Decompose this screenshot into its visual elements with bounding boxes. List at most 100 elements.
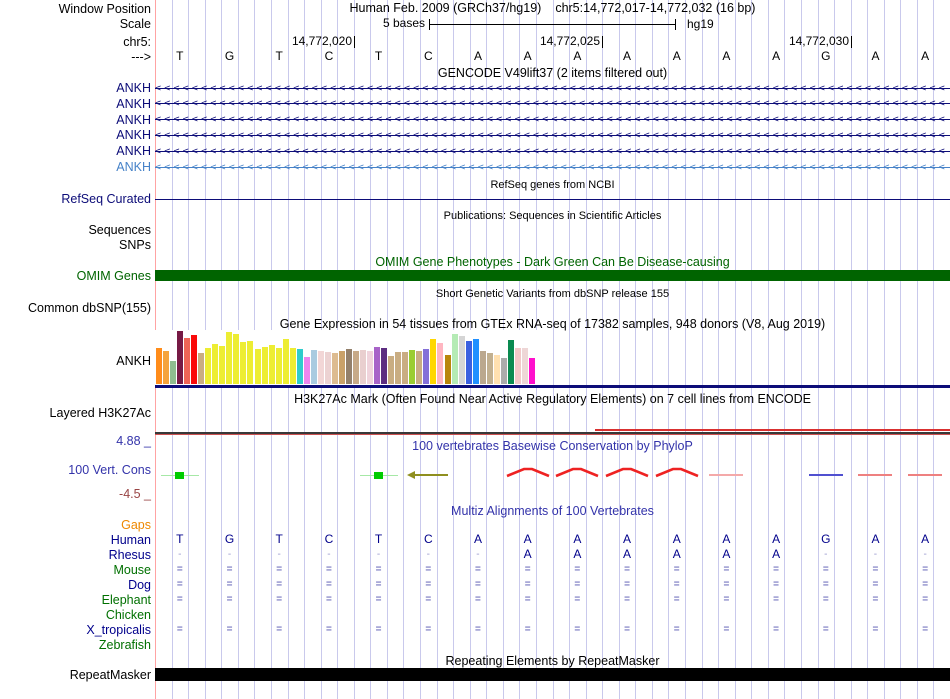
gene-transcript-line[interactable]: <<<<<<<<<<<<<<<<<<<<<<<<<<<<<<<<<<<<<<<<… (155, 162, 950, 173)
alignment-cell: = (900, 578, 950, 591)
gtex-bar[interactable] (219, 346, 225, 384)
phylop-point[interactable] (374, 472, 383, 479)
gtex-bar[interactable] (374, 347, 380, 384)
gtex-bar[interactable] (353, 351, 359, 384)
alignment-cell: = (503, 578, 553, 591)
publications-snps-label: SNPs (0, 238, 151, 252)
phylop-flat-segment[interactable] (908, 474, 942, 476)
species-label-chicken: Chicken (0, 608, 151, 622)
gtex-bar[interactable] (360, 350, 366, 384)
phylop-peak[interactable] (605, 466, 649, 478)
gtex-bar[interactable] (466, 341, 472, 384)
gtex-bar[interactable] (177, 331, 183, 384)
gtex-bar[interactable] (395, 352, 401, 384)
gene-transcript-line[interactable]: <<<<<<<<<<<<<<<<<<<<<<<<<<<<<<<<<<<<<<<<… (155, 114, 950, 125)
gtex-bar[interactable] (367, 351, 373, 384)
gtex-bar[interactable] (283, 339, 289, 384)
gtex-bar[interactable] (170, 361, 176, 384)
gtex-bar[interactable] (269, 345, 275, 384)
h3k27ac-signal-segment[interactable] (595, 429, 950, 431)
gene-transcript-line[interactable]: <<<<<<<<<<<<<<<<<<<<<<<<<<<<<<<<<<<<<<<<… (155, 146, 950, 157)
gtex-bar[interactable] (212, 344, 218, 384)
gtex-bar[interactable] (473, 339, 479, 384)
alignment-cell: = (552, 563, 602, 576)
gtex-bar[interactable] (508, 340, 514, 384)
gene-transcript-line[interactable]: <<<<<<<<<<<<<<<<<<<<<<<<<<<<<<<<<<<<<<<<… (155, 98, 950, 109)
assembly-label: Human Feb. 2009 (GRCh37/hg19) (350, 1, 542, 15)
gtex-bar[interactable] (233, 334, 239, 384)
gtex-bar[interactable] (445, 355, 451, 384)
gtex-bar[interactable] (522, 348, 528, 384)
gtex-bar[interactable] (487, 353, 493, 384)
gtex-bar[interactable] (430, 339, 436, 384)
alignment-cell: T (155, 533, 205, 546)
gtex-bar[interactable] (501, 358, 507, 384)
omim-gene-bar[interactable] (155, 270, 950, 281)
gtex-bar[interactable] (290, 348, 296, 384)
gtex-bar[interactable] (191, 335, 197, 384)
gtex-bar[interactable] (416, 351, 422, 384)
species-label-elephant: Elephant (0, 593, 151, 607)
gtex-bar[interactable] (388, 356, 394, 384)
gtex-bar[interactable] (437, 343, 443, 384)
alignment-cell: = (602, 593, 652, 606)
alignment-cell: = (354, 623, 404, 636)
phylop-point[interactable] (175, 472, 184, 479)
gtex-gene-model-line[interactable] (155, 385, 950, 388)
h3k27ac-baseline-red[interactable] (155, 434, 950, 436)
gtex-bar[interactable] (240, 342, 246, 384)
gene-transcript-line[interactable]: <<<<<<<<<<<<<<<<<<<<<<<<<<<<<<<<<<<<<<<<… (155, 130, 950, 141)
gtex-bar[interactable] (459, 336, 465, 384)
gtex-bar[interactable] (276, 348, 282, 384)
h3k27ac-label: Layered H3K27Ac (0, 406, 151, 420)
alignment-cell: = (254, 578, 304, 591)
alignment-cell: = (701, 563, 751, 576)
gtex-bar[interactable] (423, 349, 429, 384)
gtex-bar[interactable] (226, 332, 232, 384)
gtex-bar[interactable] (402, 352, 408, 384)
alignment-cell: G (205, 533, 255, 546)
phylop-arrow-head[interactable] (407, 471, 415, 479)
alignment-cell: = (602, 563, 652, 576)
base-letter: A (900, 50, 950, 63)
gtex-bar[interactable] (325, 352, 331, 384)
gtex-bar[interactable] (381, 348, 387, 384)
gtex-bar[interactable] (262, 347, 268, 384)
base-letter: A (503, 50, 553, 63)
gtex-bar[interactable] (255, 349, 261, 384)
gtex-bar[interactable] (515, 348, 521, 384)
gtex-bar[interactable] (494, 355, 500, 384)
phylop-flat-segment[interactable] (809, 474, 843, 476)
gtex-bar[interactable] (409, 350, 415, 384)
alignment-cell: A (751, 533, 801, 546)
species-label-mouse: Mouse (0, 563, 151, 577)
phylop-peak[interactable] (655, 466, 699, 478)
gtex-bar[interactable] (529, 358, 535, 384)
gtex-bar[interactable] (346, 349, 352, 384)
window-position-label: Window Position (0, 2, 151, 16)
alignment-cell: = (304, 578, 354, 591)
gene-label: ANKH (0, 144, 151, 158)
gtex-bar[interactable] (247, 341, 253, 384)
phylop-arrow-line[interactable] (414, 474, 448, 476)
repeatmasker-bar[interactable] (155, 668, 950, 682)
gtex-bar[interactable] (205, 348, 211, 384)
gtex-bar[interactable] (304, 357, 310, 384)
gtex-bar[interactable] (311, 350, 317, 384)
gtex-bar[interactable] (339, 351, 345, 384)
gene-transcript-line[interactable]: <<<<<<<<<<<<<<<<<<<<<<<<<<<<<<<<<<<<<<<<… (155, 83, 950, 94)
gtex-bar[interactable] (198, 353, 204, 384)
phylop-flat-segment[interactable] (858, 474, 892, 476)
gtex-bar[interactable] (480, 351, 486, 384)
gtex-bar[interactable] (318, 351, 324, 384)
phylop-peak[interactable] (506, 466, 550, 478)
gtex-bar[interactable] (332, 353, 338, 384)
refseq-gene-line[interactable] (155, 199, 950, 200)
phylop-peak[interactable] (555, 466, 599, 478)
gtex-bar[interactable] (452, 334, 458, 384)
phylop-flat-segment[interactable] (709, 474, 743, 476)
gtex-bar[interactable] (163, 351, 169, 384)
gtex-bar[interactable] (156, 348, 162, 384)
gtex-bar[interactable] (297, 349, 303, 384)
gtex-bar[interactable] (184, 338, 190, 384)
